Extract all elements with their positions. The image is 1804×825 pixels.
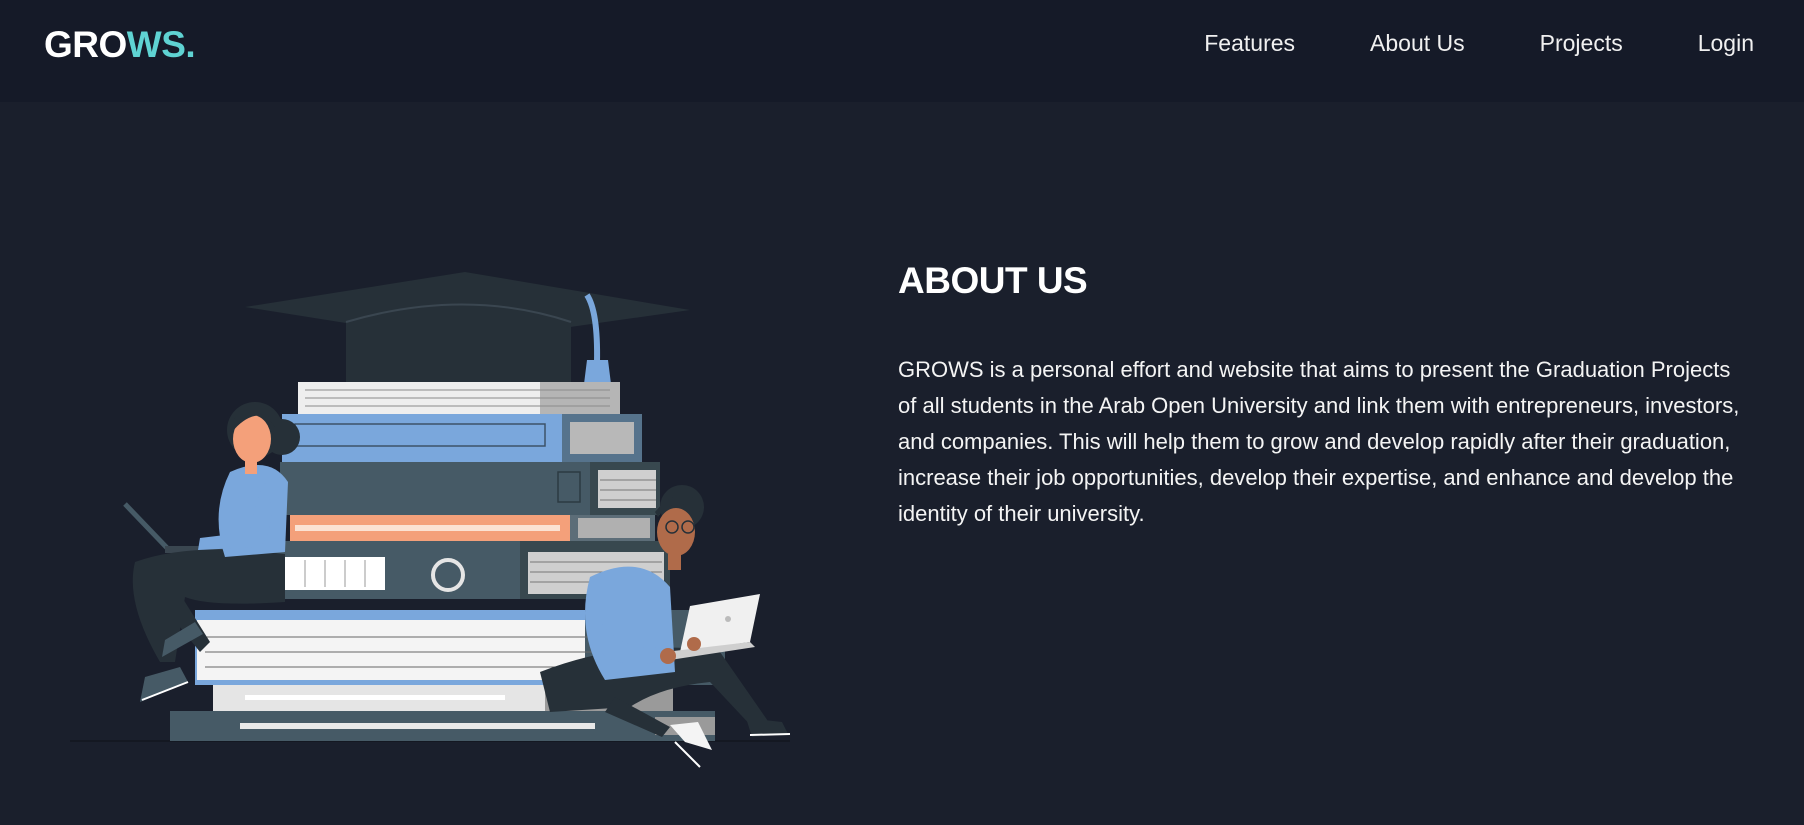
nav-link-login[interactable]: Login — [1698, 30, 1754, 57]
logo[interactable]: GROWS. — [44, 24, 196, 66]
about-title: ABOUT US — [898, 260, 1088, 301]
navbar: GROWS. Features About Us Projects Login — [0, 0, 1804, 102]
logo-text-white: GRO — [44, 24, 127, 65]
about-content: ABOUT US GROWS is a personal effort and … — [898, 260, 1748, 532]
about-description: GROWS is a personal effort and website t… — [898, 357, 1740, 526]
nav-link-projects[interactable]: Projects — [1540, 30, 1623, 57]
logo-text-accent: WS. — [126, 24, 196, 65]
nav-link-about-us[interactable]: About Us — [1370, 30, 1465, 57]
students-on-books-illustration — [70, 272, 791, 768]
nav-link-features[interactable]: Features — [1204, 30, 1295, 57]
nav-links: Features About Us Projects Login — [1204, 30, 1754, 57]
about-section: ABOUT US GROWS is a personal effort and … — [0, 102, 1804, 825]
